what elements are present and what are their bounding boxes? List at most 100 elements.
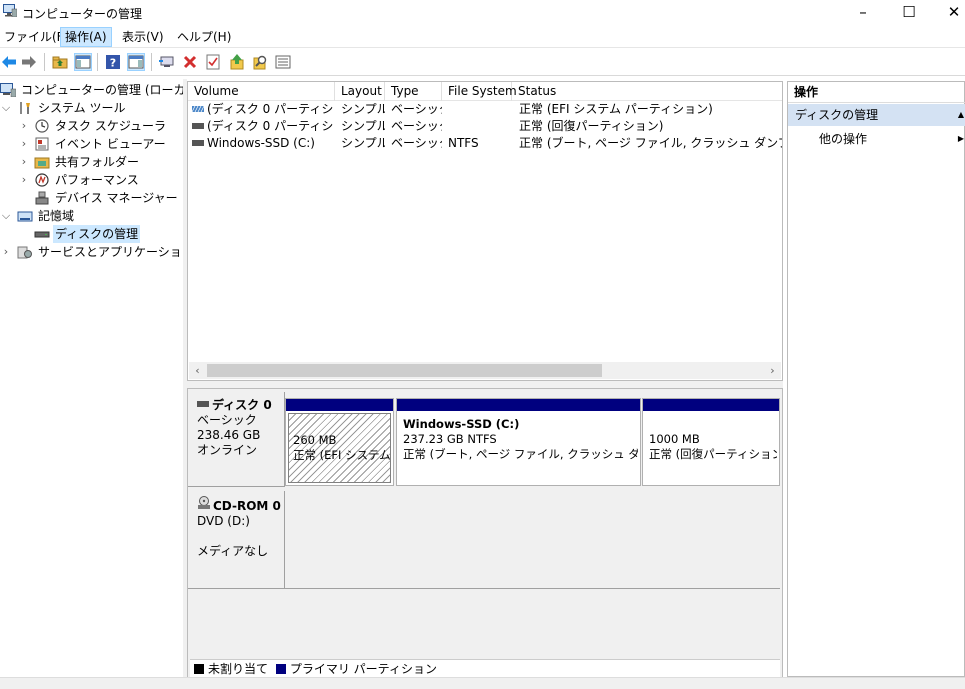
- toolbar: ?: [0, 49, 965, 76]
- search-icon[interactable]: [251, 53, 269, 71]
- scroll-right-arrow[interactable]: ›: [764, 362, 781, 379]
- cdrom-name: CD-ROM 0: [213, 499, 281, 513]
- tree-item-storage[interactable]: 記憶域: [17, 207, 76, 225]
- column-header-volume[interactable]: Volume: [188, 82, 335, 101]
- svg-text:?: ?: [110, 57, 116, 70]
- list-icon[interactable]: [274, 53, 292, 71]
- column-header-filesystem[interactable]: File System: [442, 82, 517, 101]
- up-icon[interactable]: [228, 53, 246, 71]
- tree-item-task-scheduler[interactable]: タスク スケジューラ: [34, 117, 168, 135]
- menu-action[interactable]: 操作(A): [60, 27, 112, 47]
- menu-help[interactable]: ヘルプ(H): [173, 27, 235, 47]
- tree-item-disk-management[interactable]: ディスクの管理: [34, 225, 141, 243]
- partition-efi[interactable]: 260 MB 正常 (EFI システム パ: [285, 398, 394, 486]
- partition-status: 正常 (回復パーティション): [649, 447, 777, 461]
- chevron-right-icon[interactable]: ›: [19, 137, 29, 150]
- tree-item-system-tools[interactable]: システム ツール: [17, 99, 127, 117]
- partition-recovery[interactable]: 1000 MB 正常 (回復パーティション): [642, 398, 780, 486]
- chevron-right-icon[interactable]: ›: [19, 119, 29, 132]
- tree-item-computer-management[interactable]: コンピューターの管理 (ローカル): [0, 81, 204, 99]
- partition-title: Windows-SSD (C:): [403, 417, 520, 431]
- tree-item-services-apps[interactable]: サービスとアプリケーション: [17, 243, 196, 261]
- tree-item-device-manager[interactable]: デバイス マネージャー: [34, 189, 180, 207]
- back-arrow-icon[interactable]: [0, 53, 18, 71]
- type-cell: ベーシック: [391, 119, 442, 133]
- partition-header-bar: [286, 399, 393, 411]
- show-hide-tree-icon[interactable]: [74, 53, 92, 71]
- tree-item-shared-folders[interactable]: 共有フォルダー: [34, 153, 141, 171]
- column-header-layout[interactable]: Layout: [335, 82, 385, 101]
- column-header-type[interactable]: Type: [385, 82, 442, 101]
- layout-cell: シンプル: [341, 119, 385, 133]
- toolbar-separator: [44, 53, 45, 71]
- volume-name: (ディスク 0 パーティション 4): [207, 119, 335, 133]
- scroll-left-arrow[interactable]: ‹: [189, 362, 206, 379]
- device-manager-icon: [35, 191, 49, 204]
- chevron-down-icon[interactable]: ⌵: [1, 209, 11, 223]
- toolbar-separator: [151, 53, 152, 71]
- partition-body: 1000 MB 正常 (回復パーティション): [645, 413, 777, 483]
- volume-name: (ディスク 0 パーティション 1): [207, 102, 335, 116]
- chevron-right-icon[interactable]: ›: [19, 155, 29, 168]
- tree-label: サービスとアプリケーション: [38, 245, 194, 259]
- maximize-button[interactable]: ☐: [886, 0, 932, 26]
- chevron-right-icon[interactable]: ›: [19, 173, 29, 186]
- storage-icon: [17, 211, 33, 221]
- cdrom-0-info[interactable]: CD-ROM 0 DVD (D:) メディアなし: [188, 491, 285, 589]
- actions-section-disk-management[interactable]: ディスクの管理 ▲: [788, 104, 965, 126]
- tree-label: イベント ビューアー: [55, 137, 166, 151]
- help-icon[interactable]: ?: [104, 53, 122, 71]
- show-hide-action-pane-icon[interactable]: [127, 53, 145, 71]
- connect-icon[interactable]: [158, 53, 176, 71]
- actions-pane: 操作 ディスクの管理 ▲ 他の操作 ▶: [787, 81, 965, 677]
- chevron-right-icon[interactable]: ›: [1, 245, 11, 258]
- partition-status: 正常 (EFI システム パ: [293, 448, 391, 462]
- computer-management-icon: [3, 4, 17, 17]
- partition-title: [293, 418, 386, 433]
- delete-icon[interactable]: [181, 53, 199, 71]
- collapse-up-icon[interactable]: ▲: [958, 104, 964, 126]
- actions-header: 操作: [788, 82, 965, 103]
- tree-label: タスク スケジューラ: [55, 119, 166, 133]
- submenu-arrow-icon: ▶: [957, 134, 964, 143]
- tree-item-event-viewer[interactable]: イベント ビューアー: [34, 135, 168, 153]
- status-cell: 正常 (EFI システム パーティション): [519, 102, 713, 116]
- tree-label: システム ツール: [38, 101, 126, 115]
- computer-management-icon: [0, 82, 16, 97]
- actions-more-operations[interactable]: 他の操作 ▶: [788, 129, 965, 149]
- horizontal-scrollbar[interactable]: ‹ ›: [189, 362, 781, 379]
- table-row[interactable]: (ディスク 0 パーティション 1) シンプル ベーシック 正常 (EFI シス…: [188, 101, 782, 118]
- partition-status: 正常 (ブート, ページ ファイル, クラッシュ ダンプ, プラ: [403, 447, 638, 461]
- partition-size: 260 MB: [293, 433, 337, 447]
- toolbar-separator: [97, 53, 98, 71]
- tree-label: ディスクの管理: [53, 225, 141, 243]
- disk-name: ディスク 0: [212, 398, 272, 412]
- tree-label: パフォーマンス: [55, 173, 139, 187]
- up-folder-icon[interactable]: [51, 53, 69, 71]
- partition-windows-ssd[interactable]: Windows-SSD (C:) 237.23 GB NTFS 正常 (ブート,…: [396, 398, 641, 486]
- close-button[interactable]: ✕: [931, 0, 965, 26]
- disk-volume-icon: [192, 139, 204, 146]
- volume-cell: (ディスク 0 パーティション 1): [192, 101, 335, 118]
- scrollbar-thumb[interactable]: [207, 364, 602, 377]
- properties-icon[interactable]: [204, 53, 222, 71]
- status-bar: [0, 677, 965, 689]
- filesystem-cell: NTFS: [448, 136, 479, 150]
- table-row[interactable]: (ディスク 0 パーティション 4) シンプル ベーシック 正常 (回復パーティ…: [188, 118, 782, 135]
- menu-view[interactable]: 表示(V): [118, 27, 168, 47]
- disk-graphical-view: ディスク 0 ベーシック 238.46 GB オンライン 260 MB 正常 (…: [187, 388, 783, 678]
- table-row[interactable]: Windows-SSD (C:) シンプル ベーシック NTFS 正常 (ブート…: [188, 135, 782, 152]
- tree-item-performance[interactable]: パフォーマンス: [34, 171, 141, 189]
- column-header-status[interactable]: Status: [512, 82, 782, 101]
- disk-size: 238.46 GB: [197, 428, 261, 442]
- performance-icon: [35, 172, 49, 187]
- partition-body: 260 MB 正常 (EFI システム パ: [288, 413, 391, 483]
- chevron-down-icon[interactable]: ⌵: [1, 101, 11, 115]
- minimize-button[interactable]: –: [840, 0, 886, 26]
- pane-splitter[interactable]: [187, 381, 783, 388]
- forward-arrow-icon[interactable]: [20, 53, 38, 71]
- disk-0-info[interactable]: ディスク 0 ベーシック 238.46 GB オンライン: [188, 392, 285, 487]
- volume-list: Volume Layout Type File System Status (デ…: [187, 81, 783, 381]
- volume-cell: (ディスク 0 パーティション 4): [192, 118, 335, 135]
- disk-icon: [197, 401, 209, 407]
